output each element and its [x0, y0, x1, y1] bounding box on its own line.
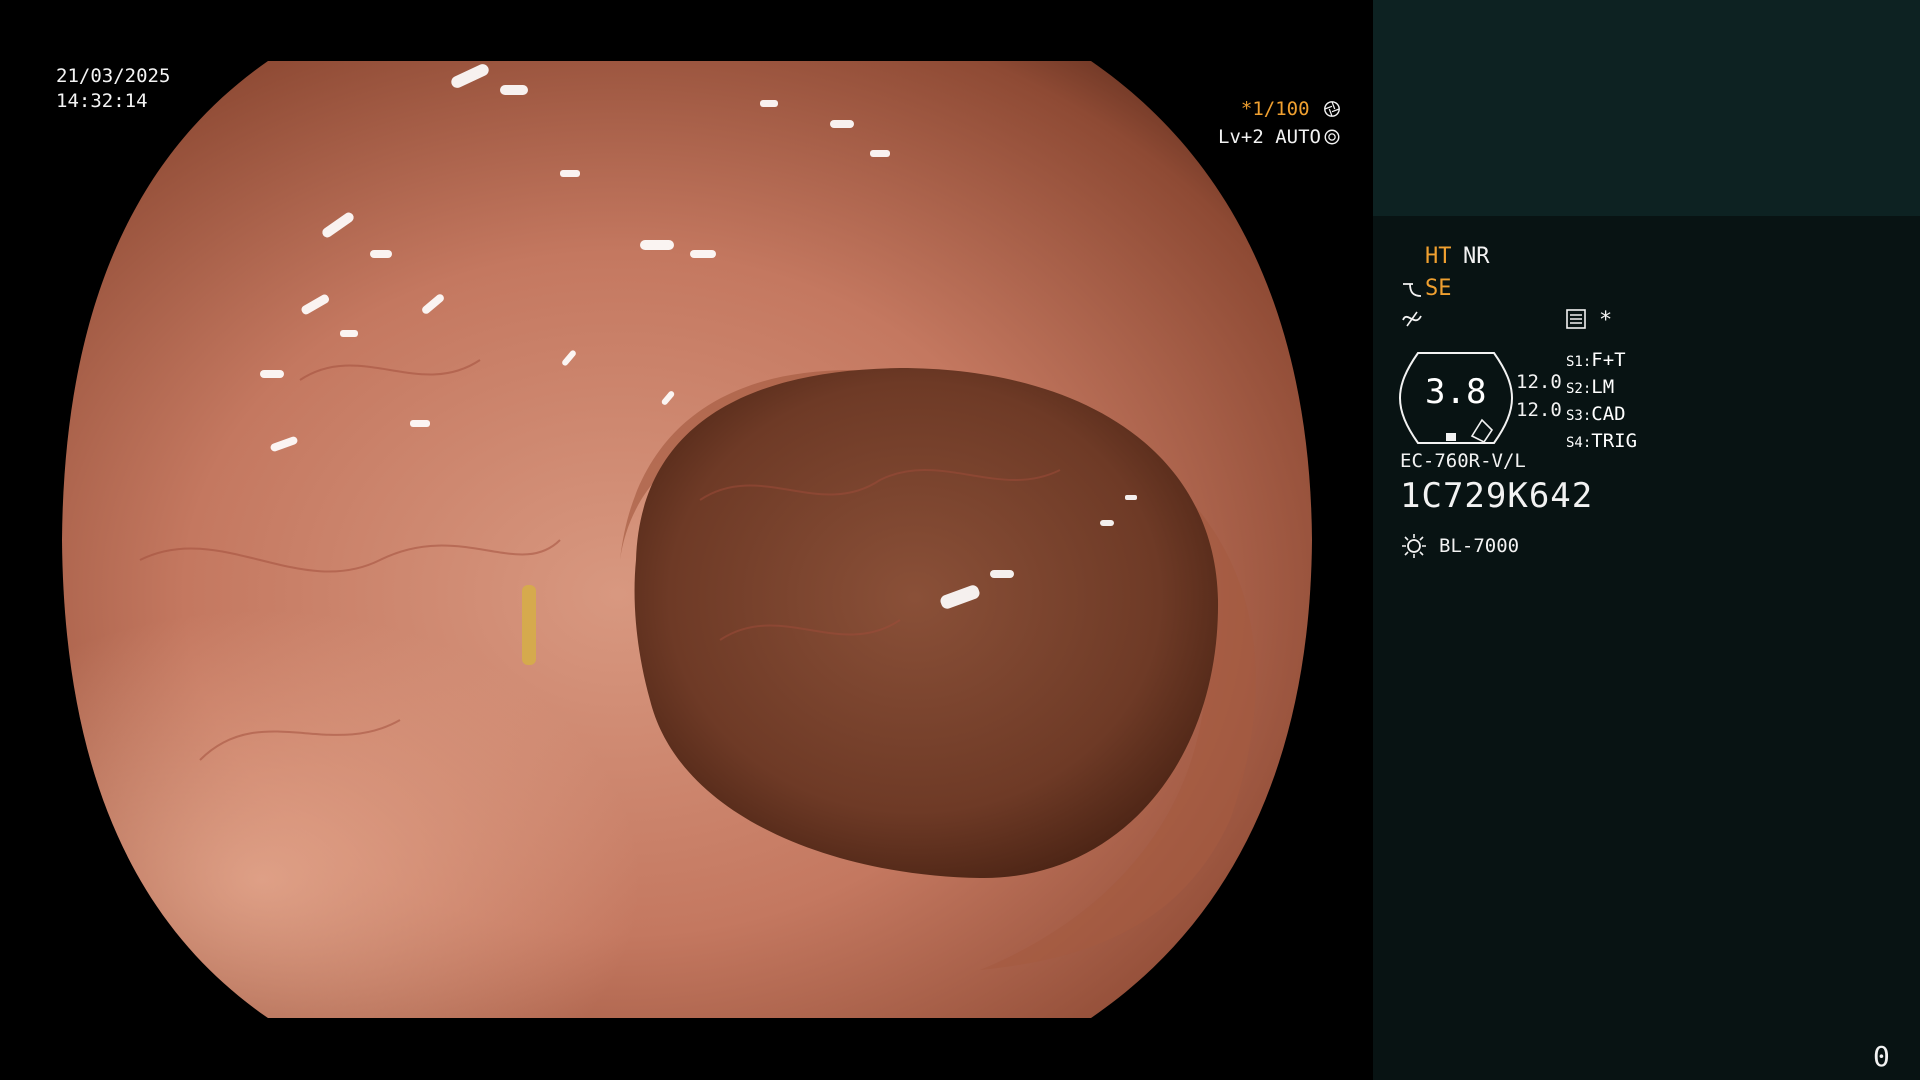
- shutter-speed-display: *1/100: [1241, 98, 1341, 120]
- asterisk-marker: *: [1599, 308, 1613, 333]
- value-a: 12.0: [1516, 371, 1562, 393]
- scope-serial: 1C729K642: [1400, 476, 1594, 516]
- shutter-value: 1/100: [1252, 98, 1310, 120]
- switch-item: S2:LM: [1566, 376, 1615, 398]
- auto-gear-icon: [1324, 129, 1340, 145]
- switch-value: F+T: [1591, 349, 1626, 371]
- edge-enhance-icon: [1403, 283, 1422, 297]
- time-text: 14:32:14: [56, 90, 148, 112]
- shutter-aperture-icon: [1324, 101, 1340, 117]
- ht-label: HT: [1425, 244, 1452, 269]
- switch-key: S1: [1566, 354, 1583, 370]
- switch-key: S4: [1566, 435, 1583, 451]
- datetime-display: 21/03/2025 14:32:14: [56, 64, 170, 114]
- switch-list: S1:F+T S2:LM S3:CAD S4:TRIG: [1566, 348, 1637, 456]
- menu-list-icon: [1566, 309, 1586, 329]
- level-value: Lv+2: [1218, 126, 1264, 148]
- thumbnail-area: [1373, 0, 1920, 216]
- switch-value: LM: [1591, 376, 1615, 398]
- auto-label: AUTO: [1275, 126, 1321, 148]
- switch-value: CAD: [1591, 403, 1626, 425]
- switch-value: TRIG: [1591, 430, 1638, 452]
- date-text: 21/03/2025: [56, 65, 171, 87]
- zoom-value: 3.8: [1425, 372, 1487, 412]
- switch-key: S3: [1566, 408, 1583, 424]
- se-label: SE: [1425, 276, 1452, 301]
- switch-item: S3:CAD: [1566, 403, 1626, 425]
- switch-item: S1:F+T: [1566, 349, 1626, 371]
- shutter-prefix: *: [1240, 98, 1253, 120]
- frame-counter: 0: [1873, 1040, 1890, 1073]
- switch-key: S2: [1566, 381, 1583, 397]
- switch-item: S4:TRIG: [1566, 430, 1638, 452]
- lamp-icon: [1402, 534, 1426, 558]
- scope-model: EC-760R-V/L: [1400, 450, 1526, 472]
- color-tone-icon: [1402, 311, 1422, 327]
- endoscope-image: [62, 61, 1312, 1018]
- level-display: Lv+2 AUTO: [1218, 126, 1341, 148]
- nr-label: NR: [1463, 244, 1490, 269]
- light-source: BL-7000: [1439, 535, 1520, 557]
- info-panel: HT NR SE * 3.8 12.0 12.0 S1:F+T S2:LM S3…: [1373, 0, 1920, 1080]
- endoscope-video-area: 21/03/2025 14:32:14 *1/100 Lv+2 AUTO: [0, 0, 1373, 1080]
- value-b: 12.0: [1516, 399, 1562, 421]
